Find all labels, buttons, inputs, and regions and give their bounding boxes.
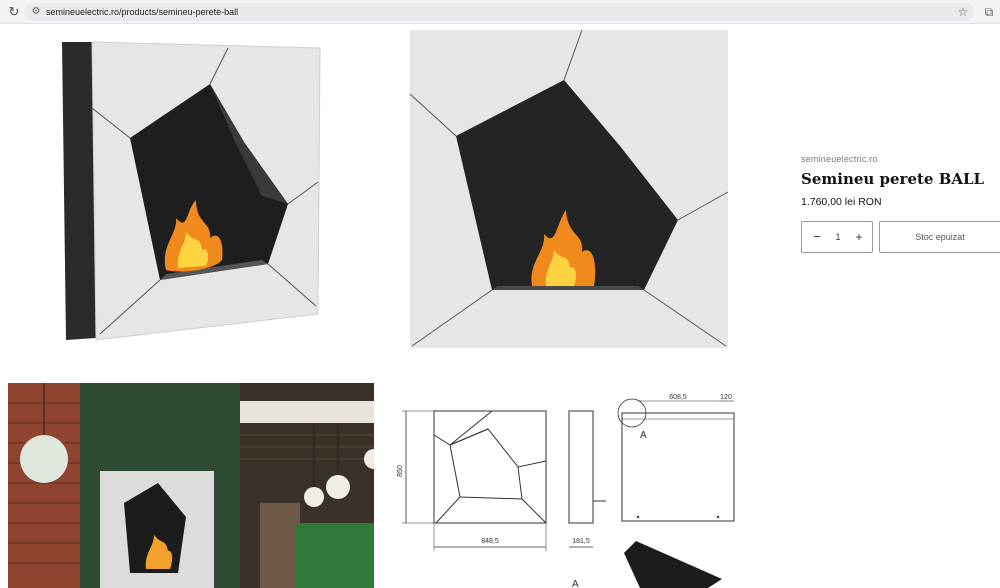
reload-icon[interactable]: ↻ (6, 4, 22, 20)
height-dimension: 850 (397, 465, 404, 477)
fireplace-angled-illustration (62, 41, 321, 341)
url-text[interactable]: semineuelectric.ro/products/semineu-pere… (46, 5, 238, 19)
fireplace-front-view[interactable] (400, 24, 740, 364)
browser-toolbar: ↻ ⚙ semineuelectric.ro/products/semineu-… (0, 0, 1000, 24)
fireplace-front-illustration (409, 29, 729, 348)
top-dimension-2: 120 (720, 394, 732, 401)
width-dimension: 848,5 (481, 538, 499, 545)
product-title: Semineu perete BALL (801, 170, 985, 188)
address-bar[interactable]: ⚙ semineuelectric.ro/products/semineu-pe… (24, 3, 974, 21)
star-icon[interactable]: ☆ (956, 4, 970, 20)
depth-dimension: 181,5 (572, 538, 590, 545)
quantity-increase-button[interactable]: + (852, 229, 866, 245)
sold-out-button[interactable]: Stoc epuizat (879, 221, 1000, 253)
interior-scenes-illustration (8, 383, 374, 588)
product-info: semineuelectric.ro Semineu perete BALL 1… (801, 150, 1000, 208)
product-price: 1.760,00 lei RON (801, 196, 882, 208)
technical-drawing: 850 848,5 181,5 608,5 120 A A (397, 394, 735, 588)
fireplace-interior-scenes[interactable] (8, 383, 374, 588)
detail-label-2: A (572, 579, 579, 588)
fireplace-angled-view[interactable] (0, 24, 380, 364)
puzzle-icon[interactable]: ⧉ (982, 4, 996, 20)
fireplace-technical-drawing[interactable]: 850 848,5 181,5 608,5 120 A A (392, 383, 752, 588)
quantity-stepper: − 1 + (801, 221, 873, 253)
top-dimension-1: 608,5 (669, 394, 687, 401)
tune-icon[interactable]: ⚙ (30, 6, 42, 18)
quantity-decrease-button[interactable]: − (810, 229, 824, 245)
detail-label: A (640, 430, 647, 441)
vendor-name: semineuelectric.ro (801, 154, 878, 164)
quantity-input[interactable]: 1 (828, 230, 848, 244)
